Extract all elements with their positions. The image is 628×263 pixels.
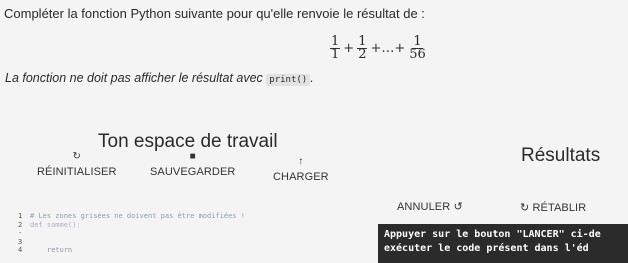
output-line: exécuter le code présent dans l'éd — [384, 243, 589, 254]
save-label: SAUVEGARDER — [150, 166, 236, 178]
editor-line: 1 # Les zones grisées ne doivent pas êtr… — [18, 212, 368, 221]
ellipsis-sign: +…+ — [370, 41, 406, 56]
floppy-icon: ■ — [189, 151, 196, 162]
note-text: La fonction ne doit pas afficher le résu… — [5, 71, 263, 85]
line-number: 2 - — [18, 220, 23, 238]
instruction-text: Compléter la fonction Python suivante po… — [4, 6, 425, 21]
output-console: Appuyer sur le bouton "LANCER" ci-de exé… — [378, 224, 628, 263]
editor-line: 3 — [18, 238, 368, 247]
line-code: return — [30, 246, 73, 255]
fraction-1: 1 1 — [330, 35, 341, 62]
editor-line: 2 - def somme(): — [18, 221, 368, 238]
fraction-1-denominator: 1 — [331, 47, 340, 62]
undo-label: ANNULER — [397, 201, 451, 213]
plus-sign: + — [343, 41, 355, 56]
redo-button[interactable]: ↻ RÉTABLIR — [520, 201, 586, 214]
redo-label: RÉTABLIR — [532, 202, 587, 214]
line-number: 1 — [18, 212, 23, 220]
reset-label: RÉINITIALISER — [37, 166, 117, 178]
load-label: CHARGER — [273, 171, 329, 183]
save-button[interactable]: ■ SAUVEGARDER — [150, 151, 236, 179]
refresh-icon: ↻ — [72, 151, 82, 162]
undo-icon: ↺ — [453, 201, 463, 213]
line-number: 4 — [18, 246, 23, 255]
line-code: def somme(): — [30, 220, 81, 229]
sum-formula: 1 1 + 1 2 +…+ 1 56 — [329, 35, 428, 62]
code-editor[interactable]: 1 # Les zones grisées ne doivent pas êtr… — [18, 212, 368, 263]
line-number: 3 — [18, 237, 23, 246]
fraction-3: 1 56 — [408, 35, 427, 62]
fraction-3-denominator: 56 — [409, 47, 426, 62]
instruction-note: La fonction ne doit pas afficher le résu… — [5, 71, 314, 86]
workspace-title: Ton espace de travail — [98, 131, 278, 152]
load-button[interactable]: ↑ CHARGER — [273, 156, 329, 184]
fraction-2: 1 2 — [357, 35, 368, 62]
results-title: Résultats — [521, 145, 601, 166]
line-code: # Les zones grisées ne doivent pas être … — [30, 212, 245, 220]
reset-button[interactable]: ↻ RÉINITIALISER — [37, 151, 117, 179]
fraction-2-denominator: 2 — [358, 47, 367, 62]
output-line: Appuyer sur le bouton "LANCER" ci-de — [384, 229, 601, 240]
upload-arrow-icon: ↑ — [298, 156, 304, 167]
note-code: print() — [266, 74, 311, 86]
note-suffix: . — [310, 71, 314, 85]
redo-icon: ↻ — [520, 202, 530, 214]
editor-line: 4 return — [18, 246, 368, 255]
undo-button[interactable]: ANNULER ↺ — [397, 200, 463, 213]
